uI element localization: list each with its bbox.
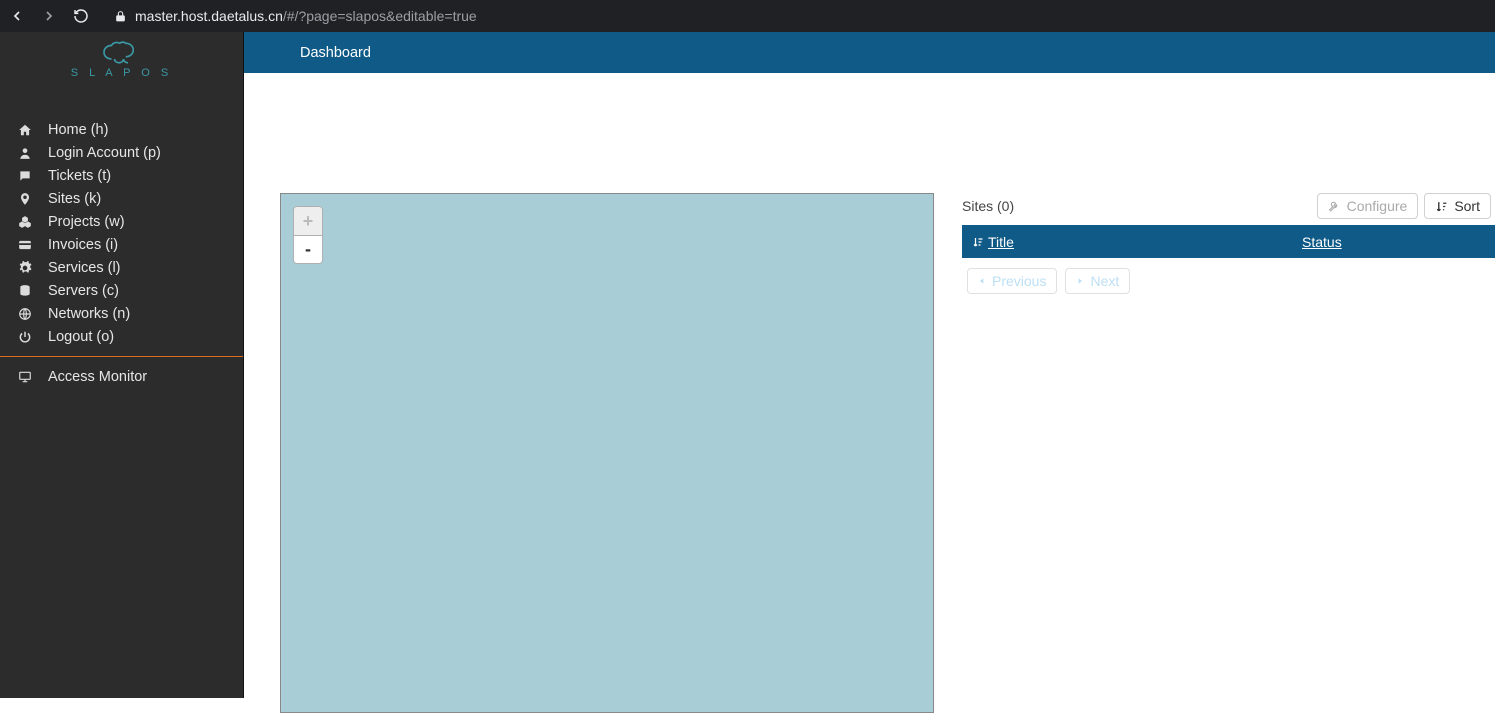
nav-primary: Home (h) Login Account (p) Tickets (t) S…: [0, 88, 243, 388]
plus-icon: +: [303, 211, 314, 232]
chat-icon: [18, 169, 34, 183]
sidebar-item-networks[interactable]: Networks (n): [0, 302, 243, 325]
next-button[interactable]: Next: [1065, 268, 1130, 294]
address-bar[interactable]: master.host.daetalus.cn/#/?page=slapos&e…: [104, 2, 1487, 30]
zoom-control: + -: [293, 206, 323, 264]
forward-button[interactable]: [40, 7, 58, 25]
sort-icon: [1435, 200, 1448, 213]
sidebar-item-label: Logout (o): [48, 329, 114, 345]
col-status-label: Status: [1302, 234, 1342, 250]
sidebar-item-label: Projects (w): [48, 214, 125, 230]
sidebar-item-projects[interactable]: Projects (w): [0, 210, 243, 233]
pin-icon: [18, 192, 34, 206]
sidebar-item-home[interactable]: Home (h): [0, 118, 243, 141]
user-icon: [18, 146, 34, 160]
col-title[interactable]: Title: [962, 234, 1292, 250]
sidebar: S L A P O S Home (h) Login Account (p) T…: [0, 32, 244, 698]
globe-icon: [18, 307, 34, 321]
page-title: Dashboard: [300, 45, 371, 61]
gear-icon: [18, 261, 34, 275]
wrench-icon: [1328, 200, 1341, 213]
sites-title: Sites (0): [962, 198, 1014, 214]
lock-icon: [114, 10, 127, 23]
reload-button[interactable]: [72, 7, 90, 25]
sidebar-item-label: Home (h): [48, 122, 108, 138]
sidebar-item-access-monitor[interactable]: Access Monitor: [0, 365, 243, 388]
logo[interactable]: S L A P O S: [0, 32, 243, 88]
sidebar-item-tickets[interactable]: Tickets (t): [0, 164, 243, 187]
topbar: Dashboard: [244, 32, 1495, 73]
map-panel[interactable]: + -: [280, 193, 934, 713]
card-icon: [18, 238, 34, 252]
sidebar-item-servers[interactable]: Servers (c): [0, 279, 243, 302]
sort-asc-icon: [972, 236, 984, 248]
sites-panel: Sites (0) Configure Sort: [962, 193, 1495, 713]
sidebar-item-label: Access Monitor: [48, 369, 147, 385]
home-icon: [18, 123, 34, 137]
sidebar-item-logout[interactable]: Logout (o): [0, 325, 243, 348]
database-icon: [18, 284, 34, 298]
sidebar-item-services[interactable]: Services (l): [0, 256, 243, 279]
col-status[interactable]: Status: [1292, 234, 1352, 250]
zoom-out-button[interactable]: -: [294, 235, 322, 263]
content-area: Dashboard + - Sites (0): [244, 32, 1495, 698]
url-path: /#/?page=slapos&editable=true: [283, 8, 477, 24]
browser-chrome: master.host.daetalus.cn/#/?page=slapos&e…: [0, 0, 1495, 32]
configure-label: Configure: [1347, 198, 1408, 214]
prev-button[interactable]: Previous: [967, 268, 1057, 294]
pager: Previous Next: [962, 258, 1495, 304]
sort-label: Sort: [1454, 198, 1480, 214]
sidebar-item-sites[interactable]: Sites (k): [0, 187, 243, 210]
sidebar-item-label: Servers (c): [48, 283, 119, 299]
back-button[interactable]: [8, 7, 26, 25]
sidebar-item-login[interactable]: Login Account (p): [0, 141, 243, 164]
sidebar-item-label: Services (l): [48, 260, 121, 276]
caret-left-icon: [978, 276, 986, 286]
sidebar-item-invoices[interactable]: Invoices (i): [0, 233, 243, 256]
sidebar-item-label: Tickets (t): [48, 168, 111, 184]
col-title-label: Title: [988, 234, 1014, 250]
caret-right-icon: [1076, 276, 1084, 286]
sidebar-divider: [0, 356, 243, 357]
minus-icon: -: [305, 239, 311, 260]
sidebar-item-label: Sites (k): [48, 191, 101, 207]
sidebar-item-label: Networks (n): [48, 306, 130, 322]
configure-button[interactable]: Configure: [1317, 193, 1419, 219]
next-label: Next: [1090, 273, 1119, 289]
cloud-icon: [98, 41, 146, 65]
sidebar-item-label: Invoices (i): [48, 237, 118, 253]
zoom-in-button[interactable]: +: [294, 207, 322, 235]
cubes-icon: [18, 215, 34, 229]
sidebar-item-label: Login Account (p): [48, 145, 161, 161]
power-icon: [18, 330, 34, 344]
url-host: master.host.daetalus.cn: [135, 8, 283, 24]
table-header: Title Status: [962, 225, 1495, 258]
prev-label: Previous: [992, 273, 1046, 289]
monitor-icon: [18, 370, 34, 384]
sort-button[interactable]: Sort: [1424, 193, 1491, 219]
logo-text: S L A P O S: [71, 67, 172, 79]
